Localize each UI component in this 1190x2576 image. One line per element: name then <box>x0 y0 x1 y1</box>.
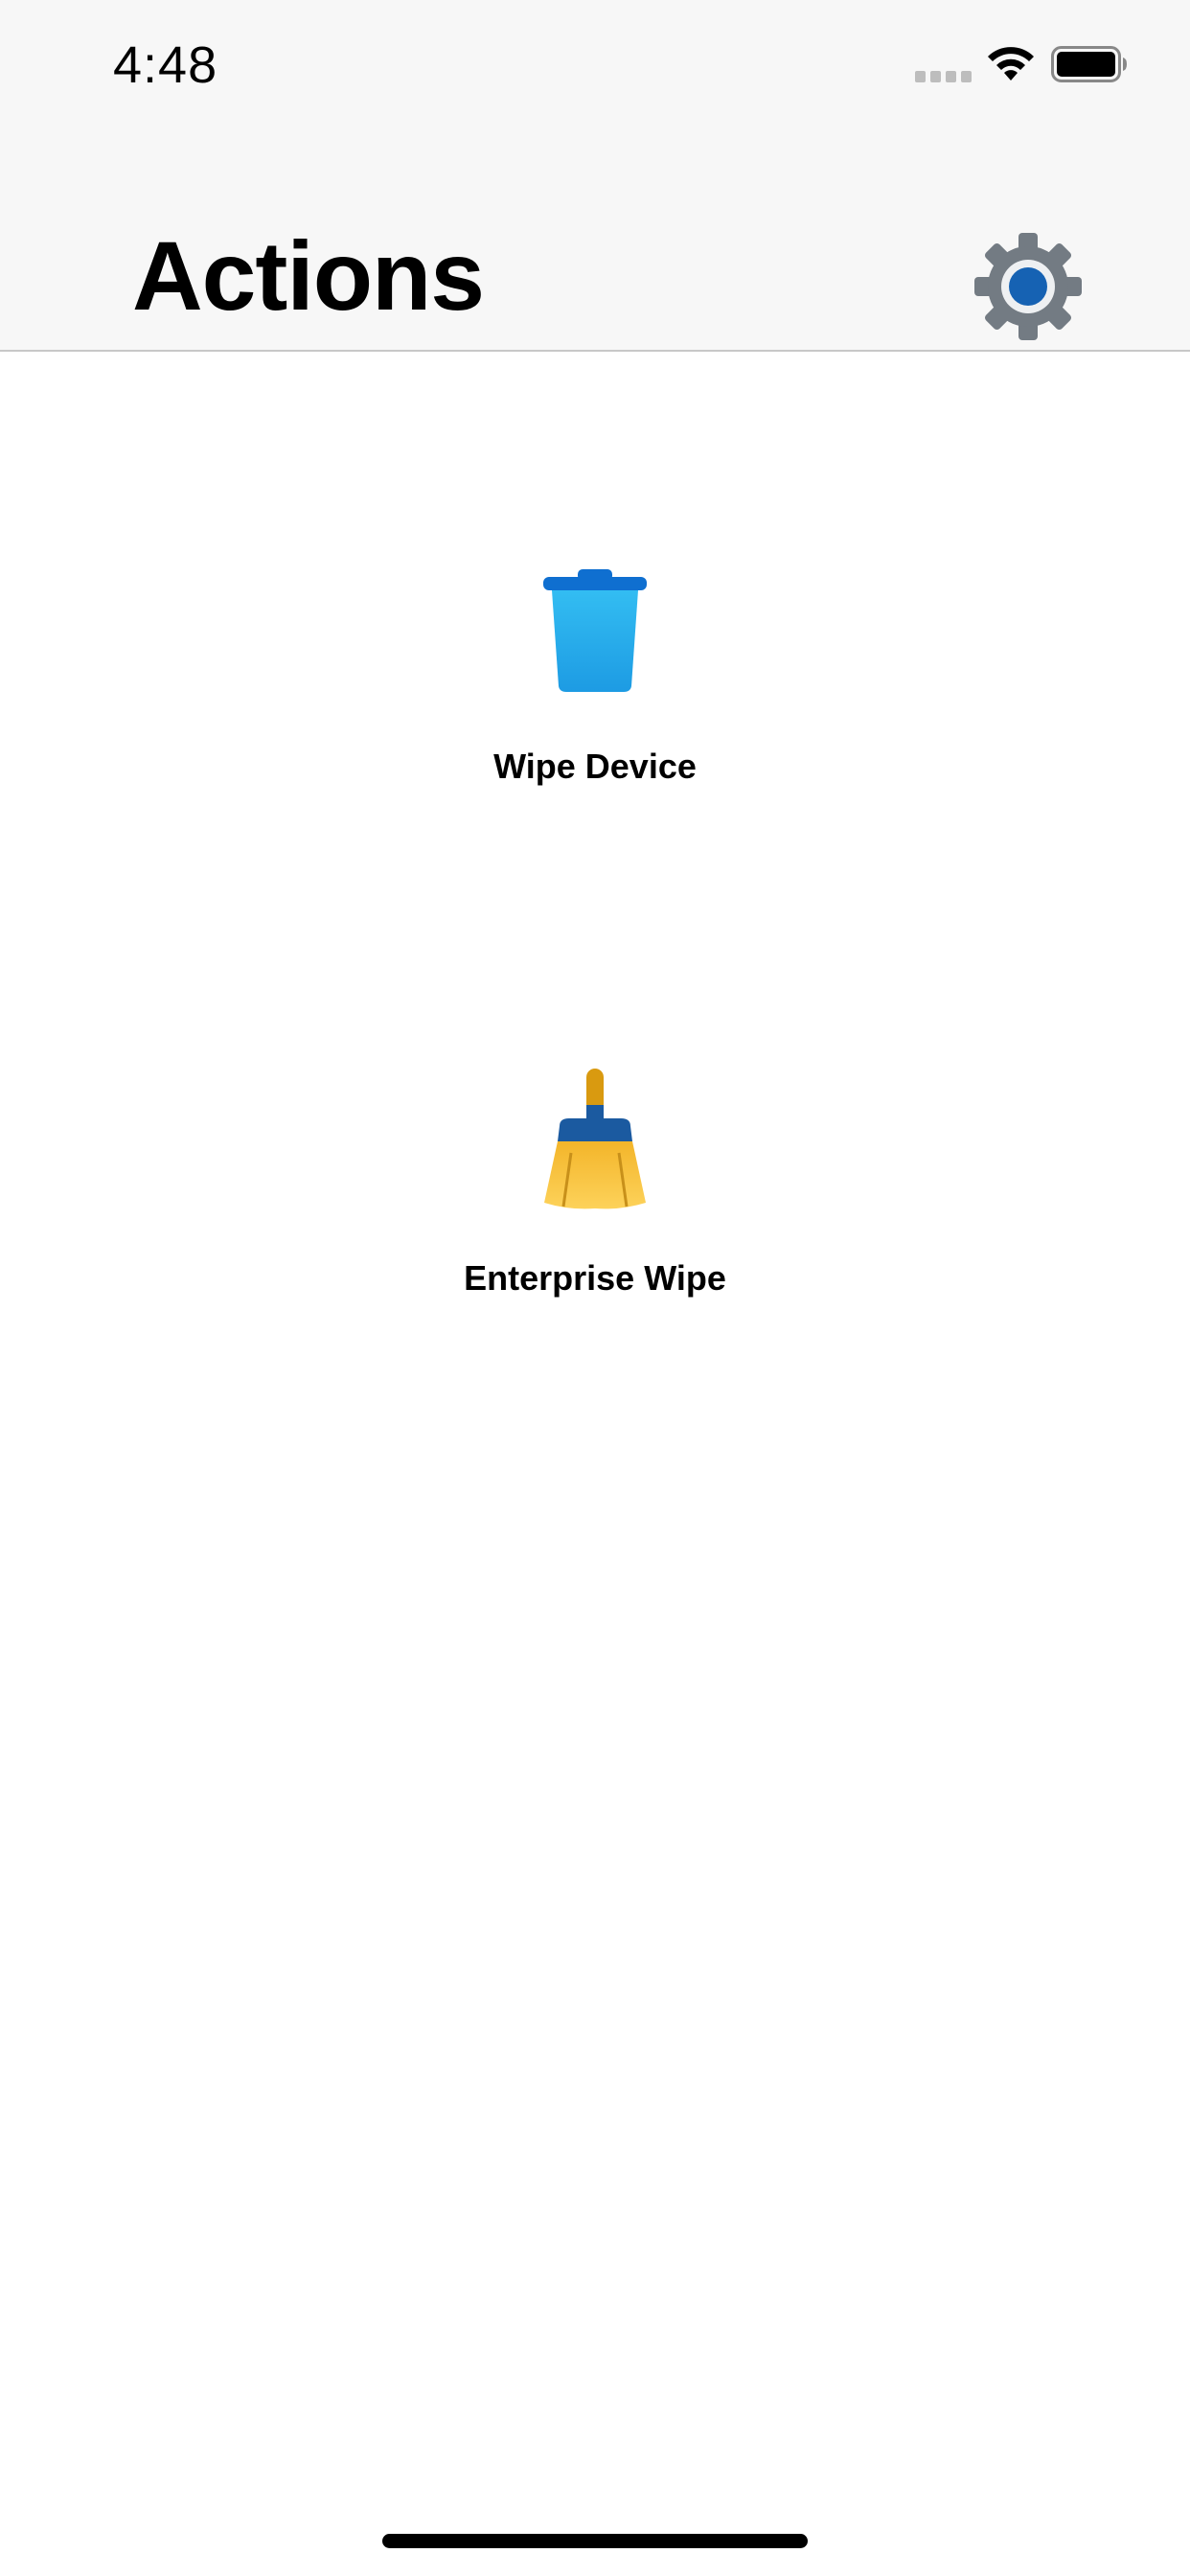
enterprise-wipe-label: Enterprise Wipe <box>464 1258 726 1298</box>
actions-screen: 4:48 Actions Wipe Device Enterprise Wipe <box>0 0 1190 2576</box>
battery-icon <box>1051 46 1127 82</box>
trash-can-icon <box>543 569 647 692</box>
navigation-header: 4:48 Actions <box>0 0 1190 352</box>
enterprise-wipe-action[interactable]: Enterprise Wipe <box>0 1059 1190 1318</box>
broom-icon <box>544 1069 646 1209</box>
status-time: 4:48 <box>113 36 218 94</box>
home-indicator[interactable] <box>382 2534 808 2548</box>
wifi-icon <box>988 47 1034 80</box>
cellular-signal-icon <box>915 71 973 82</box>
gear-icon[interactable] <box>973 231 1084 342</box>
wipe-device-label: Wipe Device <box>493 747 697 786</box>
page-title: Actions <box>132 221 485 331</box>
wipe-device-action[interactable]: Wipe Device <box>0 556 1190 805</box>
